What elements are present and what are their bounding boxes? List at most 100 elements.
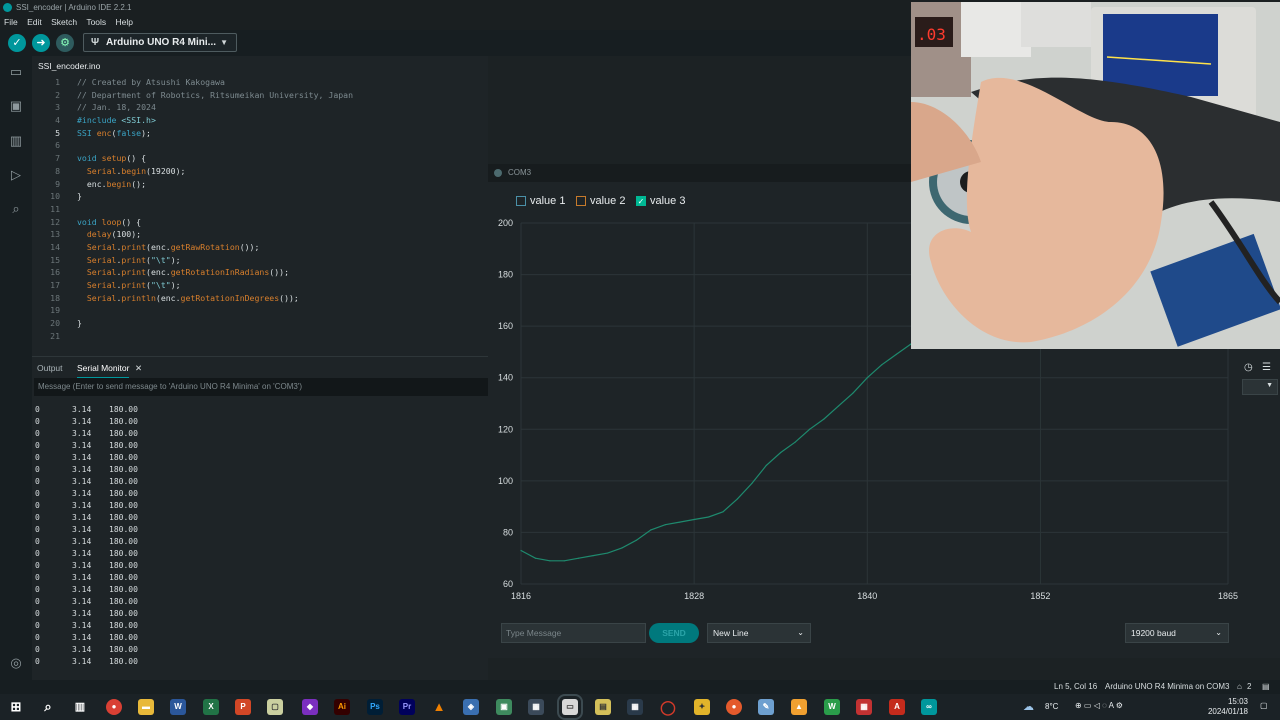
- code-line[interactable]: 20}: [32, 317, 488, 330]
- app-icon-active[interactable]: ▭: [557, 694, 583, 720]
- series-line-value-3: [520, 325, 940, 562]
- illustrator-icon[interactable]: Ai: [334, 699, 350, 715]
- code-line[interactable]: 21: [32, 330, 488, 343]
- task-view-icon[interactable]: ▥: [72, 699, 88, 715]
- app-icon-triangle[interactable]: ▲: [791, 699, 807, 715]
- code-line[interactable]: 12 void loop() {: [32, 216, 488, 229]
- verify-button[interactable]: ✓: [8, 34, 26, 52]
- app-icon-gray[interactable]: ▦: [528, 699, 544, 715]
- checkbox-value-2[interactable]: [576, 196, 586, 206]
- serial-row: 0 3.14 180.00: [32, 596, 232, 608]
- data-point: [823, 418, 825, 420]
- app-icon-puzzle[interactable]: ✦: [694, 699, 710, 715]
- menu-help[interactable]: Help: [116, 17, 133, 27]
- notification-center-icon[interactable]: ▢: [1260, 701, 1268, 710]
- app-icon-blue[interactable]: ✎: [758, 699, 774, 715]
- boards-manager-icon[interactable]: ▣: [8, 99, 24, 113]
- checkbox-value-1[interactable]: [516, 196, 526, 206]
- upload-button[interactable]: ➜: [32, 34, 50, 52]
- code-line[interactable]: 17 Serial.print("\t");: [32, 279, 488, 292]
- file-explorer-icon[interactable]: ▬: [138, 699, 154, 715]
- serial-value: 0: [35, 609, 40, 618]
- code-line[interactable]: 15 Serial.print("\t");: [32, 254, 488, 267]
- menu-file[interactable]: File: [4, 17, 18, 27]
- baud-value: 19200 baud: [1131, 628, 1176, 638]
- app-icon-w[interactable]: W: [824, 699, 840, 715]
- tab-output[interactable]: Output: [37, 357, 63, 379]
- word-icon[interactable]: W: [170, 699, 186, 715]
- code-line[interactable]: 13 delay(100);: [32, 228, 488, 241]
- code-line[interactable]: 14 Serial.print(enc.getRawRotation());: [32, 241, 488, 254]
- notes-icon[interactable]: ▢: [267, 699, 283, 715]
- code-line[interactable]: 19: [32, 304, 488, 317]
- powerpoint-icon[interactable]: P: [235, 699, 251, 715]
- code-line[interactable]: 18 Serial.println(enc.getRotationInDegre…: [32, 292, 488, 305]
- code-line[interactable]: 3 // Jan. 18, 2024: [32, 101, 488, 114]
- acrobat-icon[interactable]: A: [889, 699, 905, 715]
- weather-icon[interactable]: ☁: [1023, 700, 1034, 713]
- baud-select-partial[interactable]: ▼: [1242, 379, 1278, 395]
- legend-item-value-3[interactable]: ✓ value 3: [636, 194, 685, 208]
- code-text: }: [77, 191, 82, 202]
- tab-serial-monitor[interactable]: Serial Monitor: [77, 357, 130, 379]
- app-icon-dark[interactable]: ▦: [627, 699, 643, 715]
- board-selector[interactable]: Ψ Arduino UNO R4 Mini... ▼: [83, 33, 237, 52]
- code-line[interactable]: 5 SSI enc(false);: [32, 127, 488, 140]
- legend-item-value-1[interactable]: value 1: [516, 194, 565, 208]
- folder-icon[interactable]: ▭: [8, 65, 24, 79]
- app-icon-orange[interactable]: ●: [726, 699, 742, 715]
- debug-button[interactable]: ⚙: [56, 34, 74, 52]
- app-icon-2021[interactable]: ▦: [856, 699, 872, 715]
- library-manager-icon[interactable]: ▥: [8, 134, 24, 148]
- debug-icon[interactable]: ▷: [8, 168, 24, 182]
- code-line[interactable]: 4 #include <SSI.h>: [32, 114, 488, 127]
- code-line[interactable]: 7 void setup() {: [32, 152, 488, 165]
- file-tab[interactable]: SSI_encoder.ino: [32, 56, 112, 76]
- serial-value: 3.14: [72, 657, 92, 666]
- send-button[interactable]: SEND: [649, 623, 699, 643]
- code-editor[interactable]: SSI_encoder.ino 1 // Created by Atsushi K…: [32, 56, 488, 356]
- serial-row: 0 3.14 180.00: [32, 512, 232, 524]
- app-icon-green[interactable]: ▣: [496, 699, 512, 715]
- close-icon[interactable]: ✕: [135, 357, 142, 379]
- account-icon[interactable]: ◎: [8, 656, 24, 670]
- menu-sketch[interactable]: Sketch: [51, 17, 77, 27]
- type-message-input[interactable]: Type Message: [501, 623, 646, 643]
- line-ending-select[interactable]: New Line ⌄: [707, 623, 811, 643]
- search-icon[interactable]: ⌕: [8, 202, 24, 216]
- serial-message-input[interactable]: Message (Enter to send message to 'Ardui…: [34, 378, 488, 396]
- windows-start-icon[interactable]: ⊞: [8, 699, 24, 715]
- menu-tools[interactable]: Tools: [86, 17, 106, 27]
- premiere-icon[interactable]: Pr: [399, 699, 415, 715]
- excel-icon[interactable]: X: [203, 699, 219, 715]
- code-line[interactable]: 8 Serial.begin(19200);: [32, 165, 488, 178]
- teams-icon[interactable]: ◈: [463, 699, 479, 715]
- data-point: [592, 555, 594, 557]
- visual-studio-icon[interactable]: ◆: [302, 699, 318, 715]
- code-line[interactable]: 16 Serial.print(enc.getRotationInRadians…: [32, 266, 488, 279]
- baud-select[interactable]: 19200 baud ⌄: [1125, 623, 1229, 643]
- code-line[interactable]: 1 // Created by Atsushi Kakogawa: [32, 76, 488, 89]
- clock-icon[interactable]: ◷: [1244, 362, 1253, 373]
- code-line[interactable]: 10}: [32, 190, 488, 203]
- notification-icon[interactable]: ⌂: [1237, 680, 1242, 694]
- chrome-icon[interactable]: ●: [106, 699, 122, 715]
- data-point: [534, 557, 537, 559]
- tray-icons[interactable]: ⊕ ▭ ◁ ◌ A ⚙: [1075, 701, 1123, 710]
- app-icon-red-ring[interactable]: ◯: [660, 699, 676, 715]
- code-line[interactable]: 11: [32, 203, 488, 216]
- code-line[interactable]: 6: [32, 139, 488, 152]
- checkbox-value-3[interactable]: ✓: [636, 196, 646, 206]
- photoshop-icon[interactable]: Ps: [367, 699, 383, 715]
- output-panel-icon[interactable]: ▤: [1262, 680, 1270, 694]
- code-line[interactable]: 9 enc.begin();: [32, 178, 488, 191]
- search-icon[interactable]: ⌕: [40, 699, 56, 715]
- menu-icon[interactable]: ☰: [1262, 362, 1271, 373]
- vlc-icon[interactable]: ▲: [431, 699, 447, 715]
- code-line[interactable]: 2 // Department of Robotics, Ritsumeikan …: [32, 89, 488, 102]
- legend-item-value-2[interactable]: value 2: [576, 194, 625, 208]
- serial-value: 3.14: [72, 465, 92, 474]
- menu-edit[interactable]: Edit: [27, 17, 42, 27]
- arduino-taskbar-icon[interactable]: ∞: [921, 699, 937, 715]
- app-icon-yellow[interactable]: ▤: [595, 699, 611, 715]
